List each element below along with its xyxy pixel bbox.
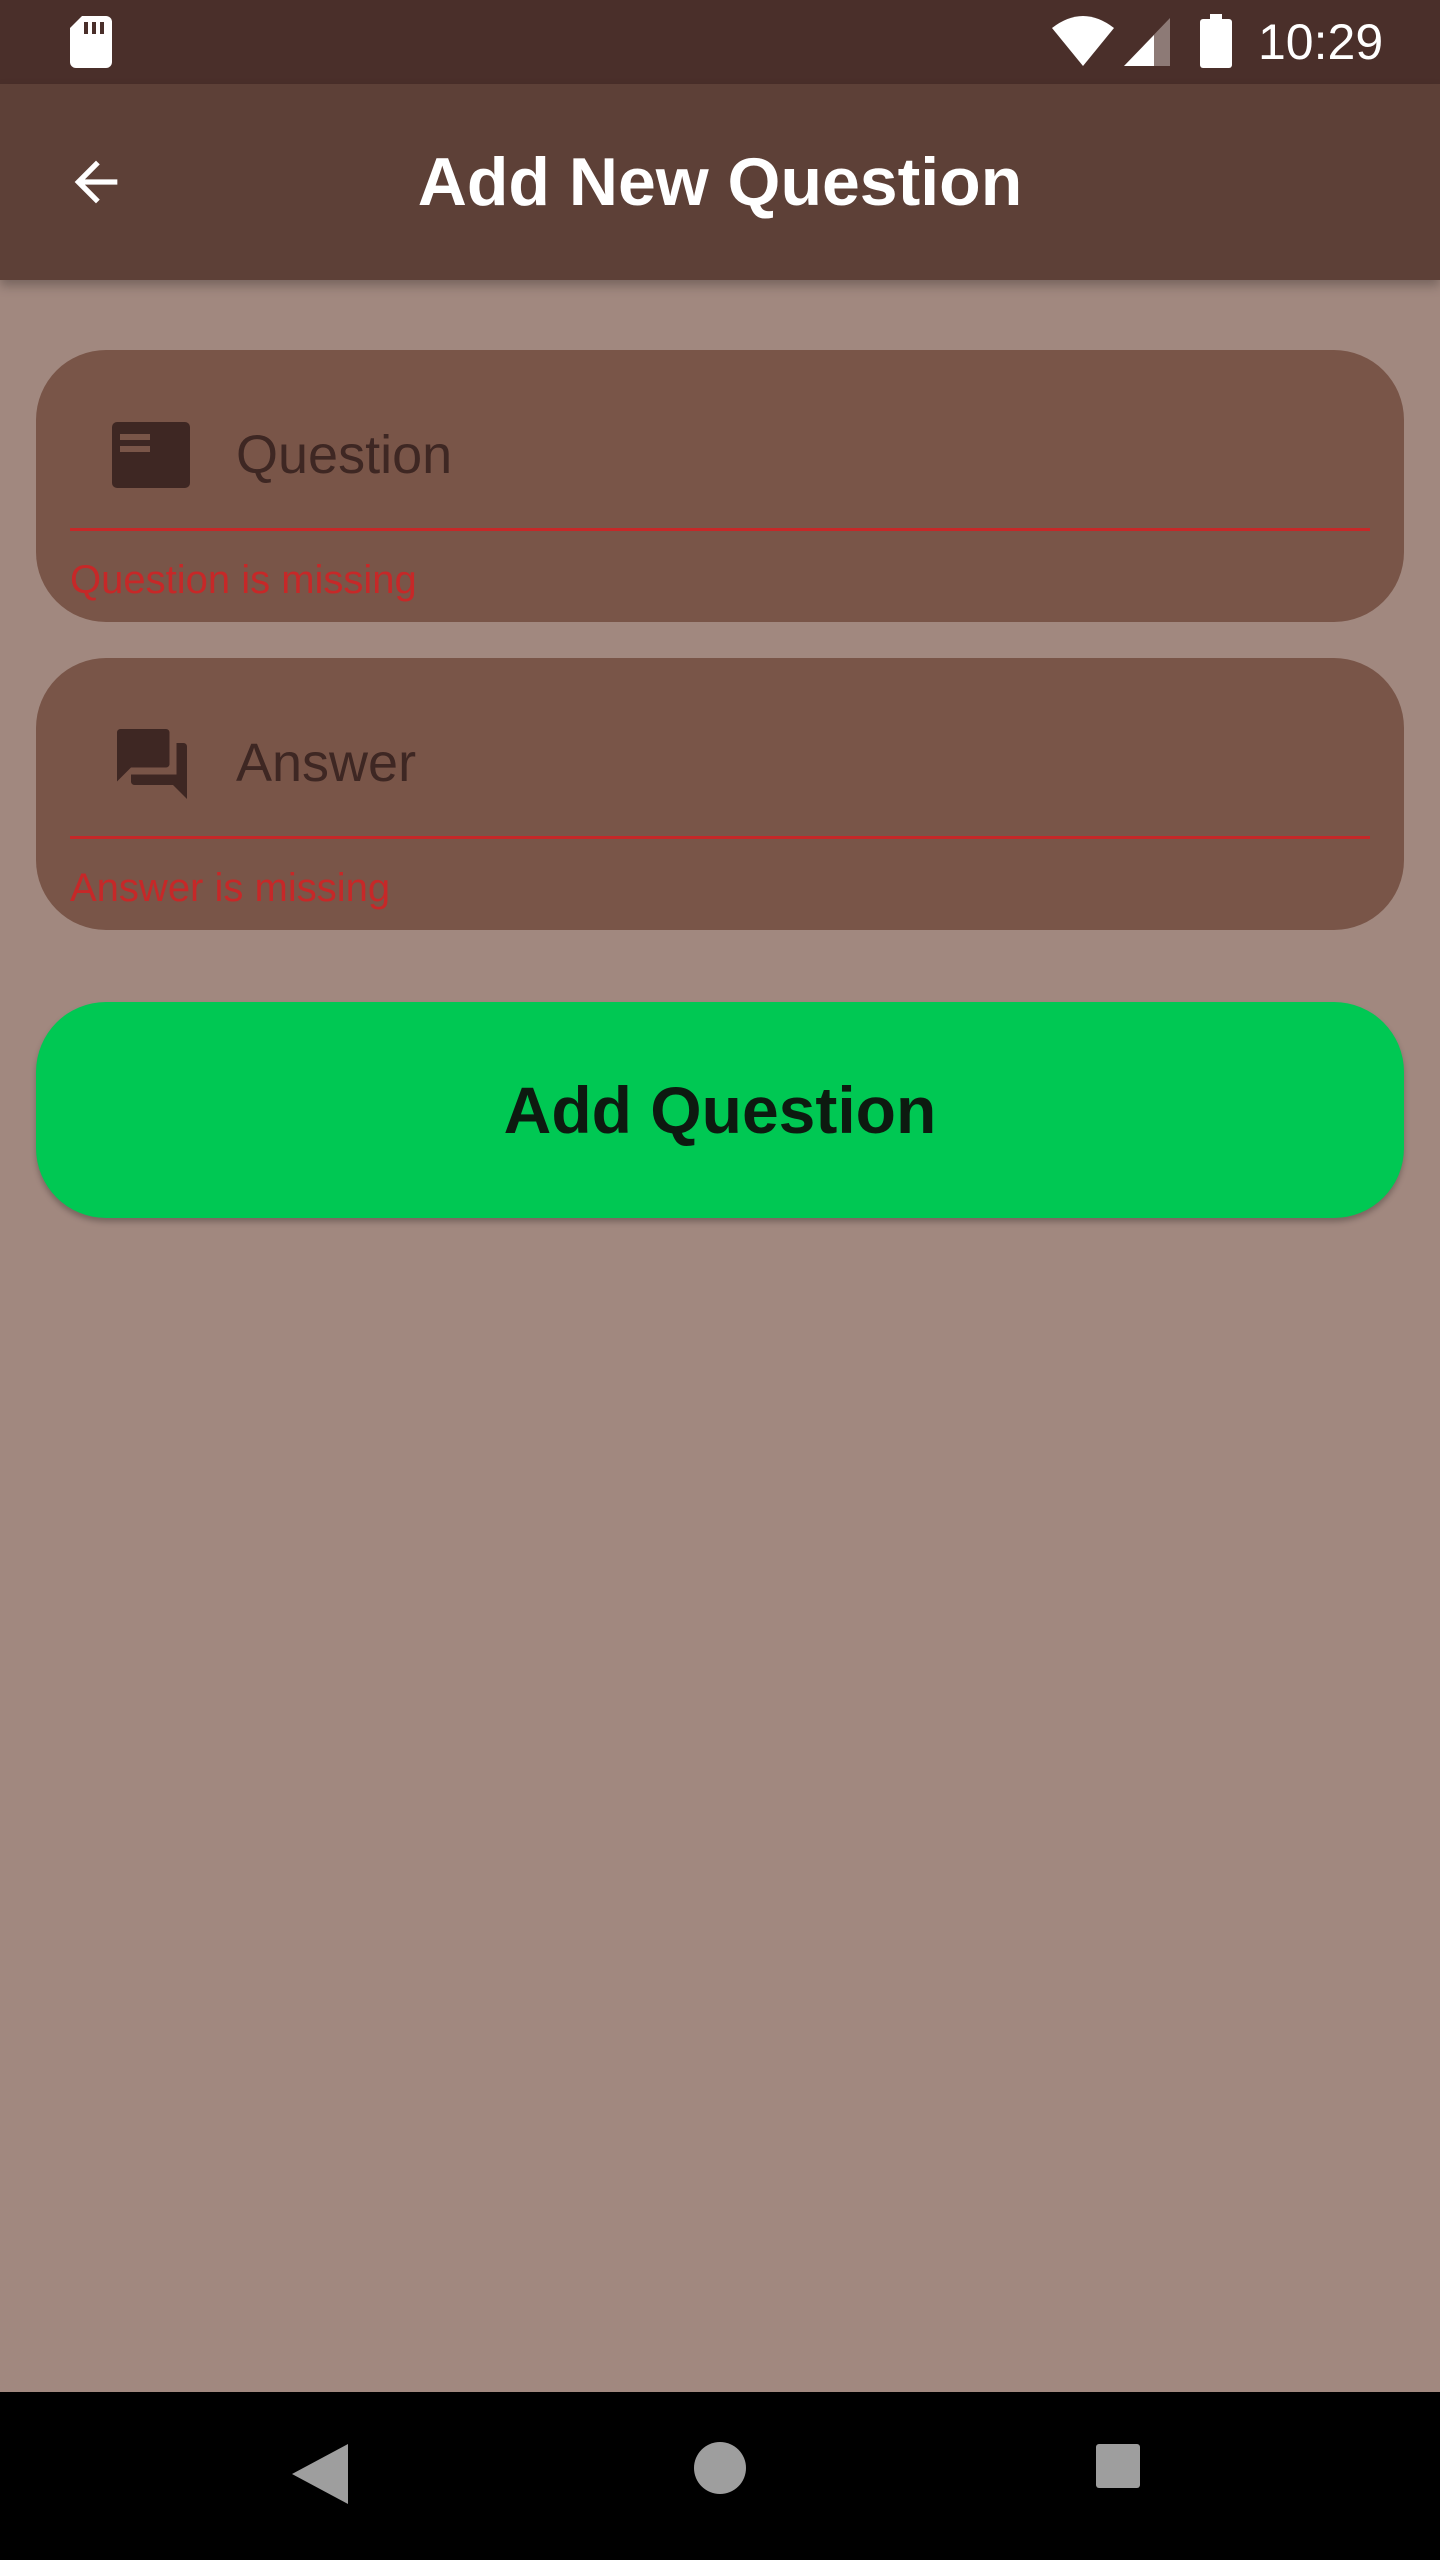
wifi-icon <box>1052 16 1114 66</box>
status-bar: 10:29 <box>0 0 1440 84</box>
answer-error-text: Answer is missing <box>70 866 391 910</box>
app-bar: Add New Question <box>0 84 1440 280</box>
battery-icon <box>1200 14 1232 68</box>
nav-home-icon[interactable] <box>694 2442 746 2494</box>
question-input[interactable] <box>236 400 1356 510</box>
arrow-back-icon <box>74 160 118 204</box>
answer-underline <box>70 836 1370 839</box>
back-button[interactable] <box>48 134 144 230</box>
sd-card-icon <box>70 16 112 68</box>
page-title: Add New Question <box>417 144 1023 220</box>
question-field-container: Question is missing <box>36 350 1404 622</box>
forum-icon <box>117 729 187 799</box>
add-question-button[interactable]: Add Question <box>36 1002 1404 1218</box>
signal-icon <box>1124 18 1170 66</box>
status-time: 10:29 <box>1258 14 1384 70</box>
card-icon <box>112 422 190 488</box>
answer-field-container: Answer is missing <box>36 658 1404 930</box>
navigation-bar <box>0 2392 1440 2560</box>
answer-input[interactable] <box>236 708 1356 818</box>
nav-recents-icon[interactable] <box>1096 2444 1140 2488</box>
question-error-text: Question is missing <box>70 558 417 602</box>
nav-back-icon[interactable] <box>292 2444 348 2504</box>
question-underline <box>70 528 1370 531</box>
screen: 10:29 Add New Question Question is missi… <box>0 0 1440 2560</box>
